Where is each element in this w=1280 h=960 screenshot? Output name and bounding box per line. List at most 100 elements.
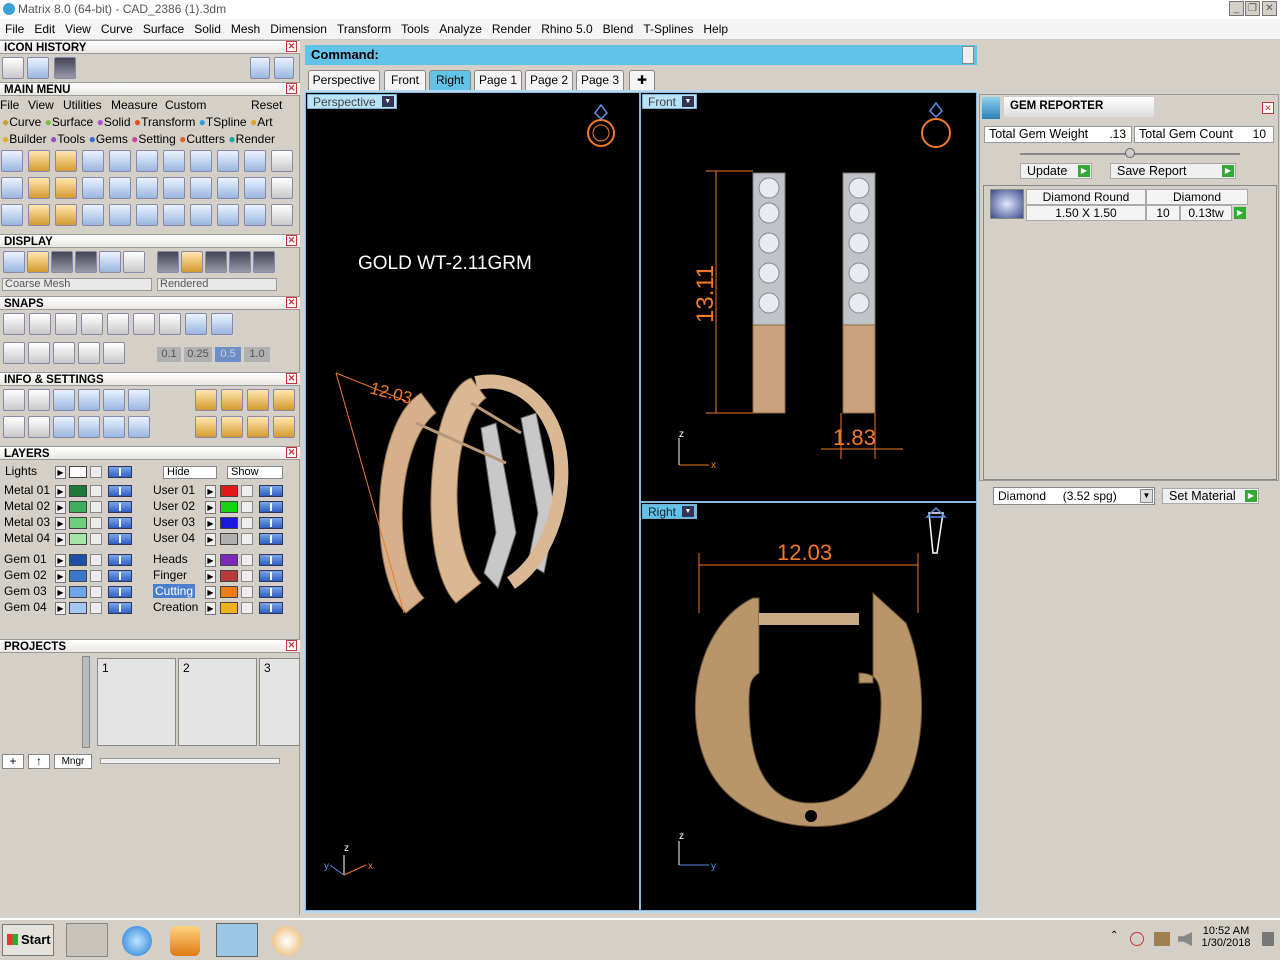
lock-icon[interactable]: [241, 586, 253, 598]
visibility-icon[interactable]: [259, 533, 283, 545]
tool-button-icon[interactable]: [133, 313, 155, 335]
lock-icon[interactable]: [90, 602, 102, 614]
add-tab-button[interactable]: ✚: [629, 70, 655, 90]
menu-dimension[interactable]: Dimension: [265, 19, 332, 40]
tool-button-icon[interactable]: [271, 150, 293, 172]
tool-button-icon[interactable]: [28, 389, 50, 411]
menu-view[interactable]: View: [60, 19, 96, 40]
main-menu-view[interactable]: View: [28, 98, 54, 112]
tool-button-icon[interactable]: [190, 204, 212, 226]
expand-arrow-icon[interactable]: ▶: [205, 586, 216, 599]
layer-color[interactable]: [69, 501, 87, 513]
visibility-icon[interactable]: [108, 554, 132, 566]
visibility-icon[interactable]: [259, 602, 283, 614]
render-mode-select[interactable]: Rendered: [157, 278, 277, 291]
close-icon[interactable]: ✕: [286, 235, 297, 246]
lock-icon[interactable]: [90, 485, 102, 497]
mesh-select[interactable]: Coarse Mesh: [2, 278, 152, 291]
visibility-icon[interactable]: [108, 533, 132, 545]
visibility-icon[interactable]: [108, 602, 132, 614]
tool-button-icon[interactable]: [103, 389, 125, 411]
cat-curve[interactable]: Curve: [9, 115, 41, 129]
close-icon[interactable]: ✕: [286, 297, 297, 308]
expand-arrow-icon[interactable]: ▶: [205, 533, 216, 546]
layer-color[interactable]: [69, 485, 87, 497]
visibility-icon[interactable]: [108, 586, 132, 598]
expand-arrow-icon[interactable]: ▶: [205, 570, 216, 583]
visibility-icon[interactable]: [259, 517, 283, 529]
expand-arrow-icon[interactable]: ▶: [205, 554, 216, 567]
menu-help[interactable]: Help: [698, 19, 733, 40]
tool-button-icon[interactable]: [247, 389, 269, 411]
layer-color[interactable]: [220, 533, 238, 545]
expand-arrow-icon[interactable]: ▶: [205, 501, 216, 514]
expand-arrow-icon[interactable]: ▶: [205, 517, 216, 530]
cat-cutters[interactable]: Cutters: [186, 132, 225, 146]
layer-name[interactable]: Gem 01: [4, 552, 47, 566]
menu-tools[interactable]: Tools: [396, 19, 434, 40]
menu-tsplines[interactable]: T-Splines: [638, 19, 698, 40]
menu-surface[interactable]: Surface: [138, 19, 189, 40]
tool-button-icon[interactable]: [28, 177, 50, 199]
tool-button-icon[interactable]: [75, 251, 97, 273]
menu-mesh[interactable]: Mesh: [226, 19, 265, 40]
tab-front[interactable]: Front: [384, 70, 426, 90]
cat-art[interactable]: Art: [257, 115, 272, 129]
layer-color[interactable]: [69, 517, 87, 529]
close-icon[interactable]: ✕: [286, 373, 297, 384]
visibility-icon[interactable]: [259, 501, 283, 513]
clock[interactable]: 10:52 AM 1/30/2018: [1198, 925, 1254, 949]
tool-button-icon[interactable]: [55, 177, 77, 199]
tool-button-icon[interactable]: [28, 204, 50, 226]
restore-button[interactable]: ❐: [1245, 1, 1260, 16]
main-menu-utilities[interactable]: Utilities: [63, 98, 102, 112]
tool-button-icon[interactable]: [181, 251, 203, 273]
lock-icon[interactable]: [241, 517, 253, 529]
volume-icon[interactable]: [1178, 932, 1192, 946]
tool-button-icon[interactable]: [157, 251, 179, 273]
layer-color[interactable]: [220, 602, 238, 614]
back-arrow-icon[interactable]: [250, 57, 270, 79]
layer-name[interactable]: Creation: [153, 600, 198, 614]
tool-button-icon[interactable]: [205, 251, 227, 273]
layer-color[interactable]: [69, 602, 87, 614]
tool-button-icon[interactable]: [136, 204, 158, 226]
tab-perspective[interactable]: Perspective: [308, 70, 380, 90]
tool-button-icon[interactable]: [163, 150, 185, 172]
cat-builder[interactable]: Builder: [9, 132, 46, 146]
tool-button-icon[interactable]: [53, 342, 75, 364]
tool-button-icon[interactable]: [107, 313, 129, 335]
menu-solid[interactable]: Solid: [189, 19, 226, 40]
expand-arrow-icon[interactable]: ▶: [55, 501, 66, 514]
layer-name[interactable]: User 04: [153, 531, 195, 545]
menu-blend[interactable]: Blend: [598, 19, 639, 40]
layer-name[interactable]: User 01: [153, 483, 195, 497]
tool-button-icon[interactable]: [247, 416, 269, 438]
tray-expand-icon[interactable]: ⌃: [1110, 930, 1118, 944]
lock-icon[interactable]: [90, 570, 102, 582]
cat-solid[interactable]: Solid: [104, 115, 131, 129]
layer-color[interactable]: [220, 586, 238, 598]
gem-slider-handle[interactable]: [1125, 148, 1135, 158]
close-icon[interactable]: ✕: [286, 447, 297, 458]
chevron-down-icon[interactable]: ▼: [1140, 489, 1153, 503]
tool-button-icon[interactable]: [221, 389, 243, 411]
menu-render[interactable]: Render: [487, 19, 536, 40]
menu-transform[interactable]: Transform: [332, 19, 396, 40]
tool-button-icon[interactable]: [78, 342, 100, 364]
layer-name[interactable]: Gem 03: [4, 584, 47, 598]
menu-edit[interactable]: Edit: [29, 19, 60, 40]
layer-color[interactable]: [69, 533, 87, 545]
tool-button-icon[interactable]: [195, 416, 217, 438]
project-slot[interactable]: 2: [178, 658, 257, 746]
layer-name[interactable]: Heads: [153, 552, 188, 566]
tool-button-icon[interactable]: [217, 150, 239, 172]
tool-button-icon[interactable]: [103, 342, 125, 364]
tool-button-icon[interactable]: [103, 416, 125, 438]
visibility-icon[interactable]: [259, 570, 283, 582]
start-button[interactable]: Start: [2, 924, 54, 956]
visibility-icon[interactable]: [108, 466, 132, 478]
cat-tools[interactable]: Tools: [57, 132, 85, 146]
hide-button[interactable]: Hide: [163, 466, 217, 479]
tool-button-icon[interactable]: [271, 204, 293, 226]
